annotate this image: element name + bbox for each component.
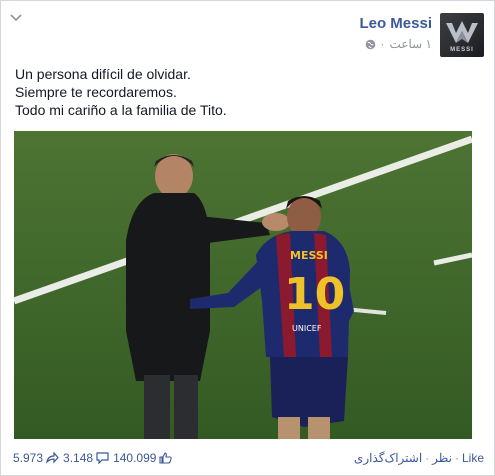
post-stats: 5.973 3.148 140.099 xyxy=(13,451,173,465)
message-line: Un persona difícil de olvidar. xyxy=(15,66,191,82)
post-photo[interactable]: MESSI 10 UNICEF xyxy=(14,131,472,439)
avatar-brand: MESSI xyxy=(450,47,474,53)
timestamp[interactable]: ۱ ساعت xyxy=(390,37,432,51)
post-meta: ۱ ساعت · xyxy=(365,37,432,51)
comment-link[interactable]: نظر xyxy=(432,451,452,465)
message-line: Siempre te recordaremos. xyxy=(15,84,177,100)
share-count[interactable]: 5.973 xyxy=(13,451,59,465)
jersey-number: 10 xyxy=(284,269,345,320)
message-line: Todo mi cariño a la familia de Tito. xyxy=(15,102,227,118)
like-count-value: 140.099 xyxy=(113,451,157,465)
jersey-sponsor: UNICEF xyxy=(292,324,322,333)
like-link[interactable]: Like xyxy=(462,451,484,465)
avatar[interactable]: MESSI xyxy=(440,13,484,57)
author-name[interactable]: Leo Messi xyxy=(359,15,432,32)
comment-count-value: 3.148 xyxy=(63,451,94,465)
chevron-down-icon[interactable] xyxy=(10,13,22,23)
jersey-name: MESSI xyxy=(290,249,328,262)
share-count-value: 5.973 xyxy=(13,451,44,465)
like-count[interactable]: 140.099 xyxy=(113,451,173,465)
share-link[interactable]: اشتراک‌گذاری xyxy=(354,451,422,465)
comment-bubble-icon xyxy=(96,452,109,464)
comment-count[interactable]: 3.148 xyxy=(63,451,109,465)
globe-icon[interactable] xyxy=(365,39,376,50)
post-message: Un persona difícil de olvidar. Siempre t… xyxy=(15,65,227,119)
share-arrow-icon xyxy=(46,452,59,464)
thumbs-up-icon xyxy=(159,452,173,464)
post-card: MESSI Leo Messi ۱ ساعت · Un persona difí… xyxy=(0,0,495,476)
photo-image: MESSI 10 UNICEF xyxy=(14,131,472,439)
post-actions: Like · نظر · اشتراک‌گذاری xyxy=(353,451,484,465)
post-footer: 5.973 3.148 140.099 Like · نظر xyxy=(1,444,494,472)
